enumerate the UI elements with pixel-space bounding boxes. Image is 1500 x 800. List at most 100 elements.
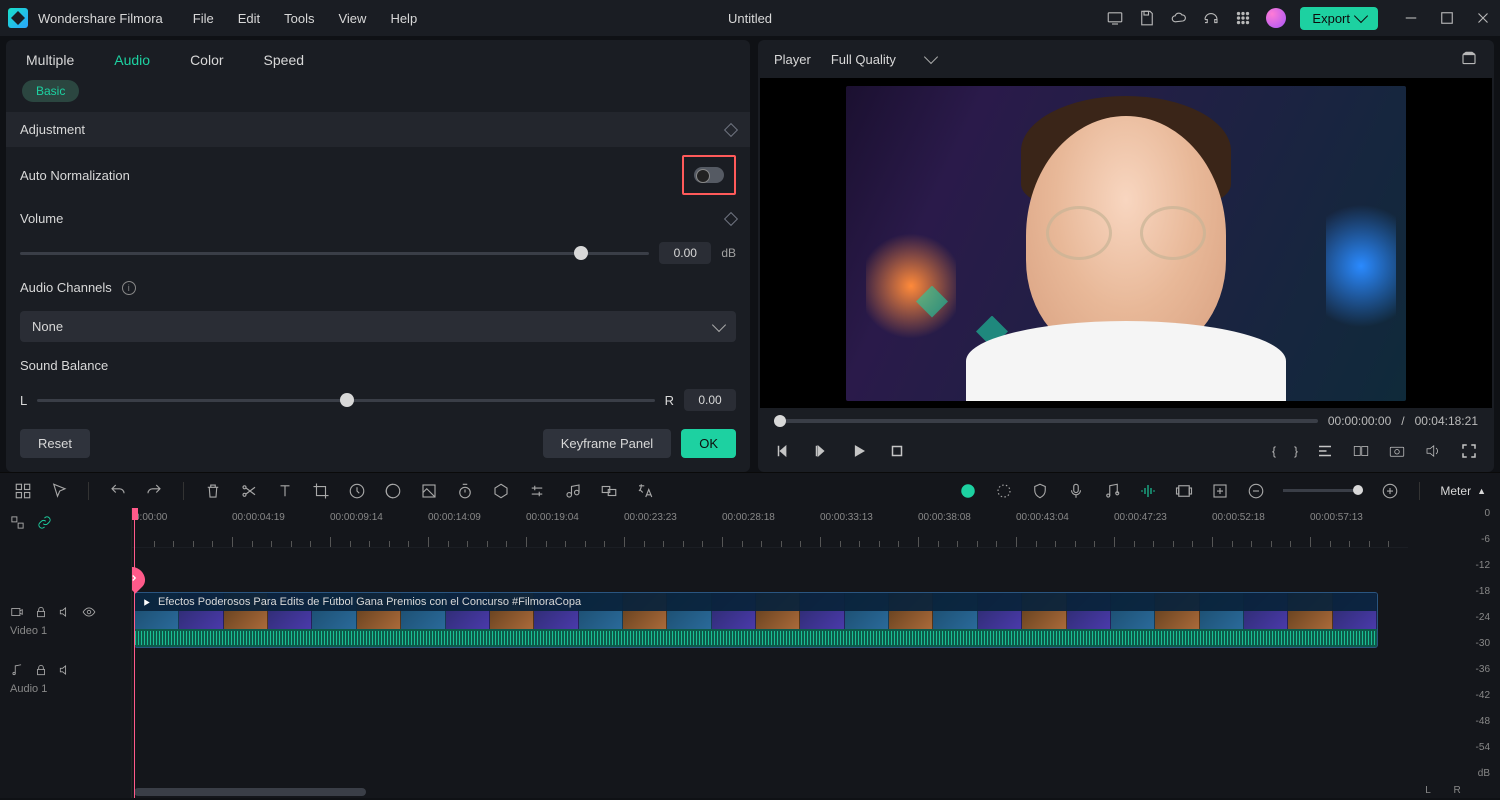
tab-speed[interactable]: Speed: [264, 52, 304, 68]
lock-icon[interactable]: [34, 605, 48, 619]
translate-icon[interactable]: [636, 482, 654, 500]
chevron-down-icon: [712, 317, 726, 331]
undo-icon[interactable]: [109, 482, 127, 500]
user-avatar[interactable]: [1266, 8, 1286, 28]
meter-r: R: [1453, 785, 1460, 796]
ok-button[interactable]: OK: [681, 429, 736, 458]
menu-view[interactable]: View: [338, 11, 366, 26]
volume-slider[interactable]: [20, 243, 649, 263]
track-headers: Video 1 Audio 1: [0, 508, 132, 798]
minimize-icon[interactable]: [1402, 9, 1420, 27]
mic-icon[interactable]: [1067, 482, 1085, 500]
mark-in-icon[interactable]: {: [1272, 444, 1276, 458]
fullscreen-icon[interactable]: [1460, 442, 1478, 460]
volume-icon[interactable]: [1424, 442, 1442, 460]
tab-audio[interactable]: Audio: [114, 52, 150, 68]
group-icon[interactable]: [600, 482, 618, 500]
delete-icon[interactable]: [204, 482, 222, 500]
timeline-h-scrollbar[interactable]: [134, 788, 366, 796]
snapshot-icon[interactable]: [1388, 442, 1406, 460]
player-panel: Player Full Quality 00:00:00:00 / 00:04:…: [758, 40, 1494, 472]
keyframe-diamond-icon[interactable]: [724, 122, 738, 136]
track-options-icon[interactable]: [10, 515, 25, 530]
eye-icon[interactable]: [82, 605, 96, 619]
render-preview-icon[interactable]: [959, 482, 977, 500]
volume-value[interactable]: 0.00: [659, 242, 711, 264]
play-icon[interactable]: [850, 442, 868, 460]
speed-icon[interactable]: [348, 482, 366, 500]
audio-track-icon[interactable]: [10, 663, 24, 677]
mask-icon[interactable]: [492, 482, 510, 500]
redo-icon[interactable]: [145, 482, 163, 500]
add-track-icon[interactable]: [1211, 482, 1229, 500]
reset-button[interactable]: Reset: [20, 429, 90, 458]
section-adjustment[interactable]: Adjustment: [6, 112, 750, 147]
audio-meter: 0-6-12-18-24-30-36-42-48-54dB LR: [1408, 508, 1500, 798]
playhead[interactable]: [134, 508, 135, 798]
save-icon[interactable]: [1138, 9, 1156, 27]
menu-edit[interactable]: Edit: [238, 11, 260, 26]
compare-icon[interactable]: [1352, 442, 1370, 460]
zoom-out-icon[interactable]: [1247, 482, 1265, 500]
cloud-icon[interactable]: [1170, 9, 1188, 27]
menu-file[interactable]: File: [193, 11, 214, 26]
audio-mixer-icon[interactable]: [1103, 482, 1121, 500]
video-preview[interactable]: [760, 78, 1492, 408]
menu-tools[interactable]: Tools: [284, 11, 314, 26]
keyframe-panel-button[interactable]: Keyframe Panel: [543, 429, 672, 458]
video-clip[interactable]: Efectos Poderosos Para Edits de Fútbol G…: [134, 592, 1378, 648]
stop-icon[interactable]: [888, 442, 906, 460]
apps-grid-icon[interactable]: [1234, 9, 1252, 27]
screen-icon[interactable]: [1106, 9, 1124, 27]
auto-ripple-icon[interactable]: [995, 482, 1013, 500]
balance-value[interactable]: 0.00: [684, 389, 736, 411]
document-title: Untitled: [728, 11, 772, 26]
audio-channels-select[interactable]: None: [20, 311, 736, 342]
close-icon[interactable]: [1474, 9, 1492, 27]
tab-multiple[interactable]: Multiple: [26, 52, 74, 68]
zoom-in-icon[interactable]: [1381, 482, 1399, 500]
time-ruler[interactable]: 0:00:0000:00:04:1900:00:09:1400:00:14:09…: [132, 508, 1408, 548]
add-marker-icon[interactable]: [1175, 482, 1193, 500]
headphones-icon[interactable]: [1202, 9, 1220, 27]
info-icon[interactable]: i: [122, 281, 136, 295]
audio-detach-icon[interactable]: [564, 482, 582, 500]
quality-select[interactable]: Full Quality: [831, 52, 936, 67]
auto-normalization-toggle[interactable]: [694, 167, 724, 183]
balance-r: R: [665, 393, 674, 408]
audio-stretch-icon[interactable]: [1139, 482, 1157, 500]
export-button[interactable]: Export: [1300, 7, 1378, 30]
subtab-basic[interactable]: Basic: [22, 80, 79, 102]
maximize-icon[interactable]: [1438, 9, 1456, 27]
mute-icon[interactable]: [58, 663, 72, 677]
timeline-tracks[interactable]: 0:00:0000:00:04:1900:00:09:1400:00:14:09…: [132, 508, 1408, 798]
meter-l: L: [1425, 785, 1431, 796]
cursor-icon[interactable]: [50, 482, 68, 500]
menu-help[interactable]: Help: [390, 11, 417, 26]
color-match-icon[interactable]: [384, 482, 402, 500]
snapshot-toggle-icon[interactable]: [1460, 50, 1478, 68]
auto-normalization-label: Auto Normalization: [20, 168, 130, 183]
prev-frame-icon[interactable]: [774, 442, 792, 460]
meter-toggle[interactable]: Meter ▲: [1440, 478, 1486, 504]
sound-balance-slider[interactable]: [37, 390, 654, 410]
mark-out-icon[interactable]: }: [1294, 444, 1298, 458]
step-back-icon[interactable]: [812, 442, 830, 460]
volume-keyframe-icon[interactable]: [724, 211, 738, 225]
video-track-icon[interactable]: [10, 605, 24, 619]
mute-icon[interactable]: [58, 605, 72, 619]
split-icon[interactable]: [240, 482, 258, 500]
shield-icon[interactable]: [1031, 482, 1049, 500]
text-icon[interactable]: [276, 482, 294, 500]
adjust-icon[interactable]: [528, 482, 546, 500]
green-screen-icon[interactable]: [420, 482, 438, 500]
crop-icon[interactable]: [312, 482, 330, 500]
keyframe-timer-icon[interactable]: [456, 482, 474, 500]
lock-icon[interactable]: [34, 663, 48, 677]
zoom-slider[interactable]: [1283, 489, 1363, 492]
scrub-bar[interactable]: [774, 419, 1318, 423]
marker-list-icon[interactable]: [1316, 442, 1334, 460]
link-icon[interactable]: [37, 515, 52, 530]
tab-color[interactable]: Color: [190, 52, 223, 68]
layout-icon[interactable]: [14, 482, 32, 500]
